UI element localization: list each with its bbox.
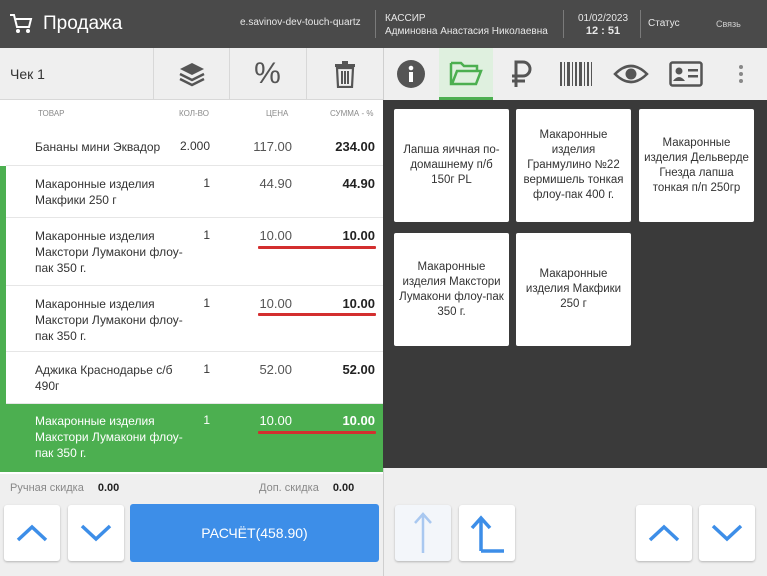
more-menu-button[interactable]	[714, 48, 767, 100]
tab-customer[interactable]	[659, 48, 713, 100]
chevron-up-icon	[648, 524, 680, 542]
host-name: e.savinov-dev-touch-quartz	[240, 17, 361, 28]
price-underline	[258, 313, 376, 316]
check-label[interactable]: Чек 1	[10, 66, 45, 82]
trash-icon	[334, 61, 355, 88]
ruble-icon	[512, 60, 532, 87]
more-vertical-icon	[739, 65, 743, 83]
product-tile[interactable]: Макаронные изделия Макстори Лумакони фло…	[394, 233, 509, 346]
table-row-selected[interactable]: Макаронные изделия Макстори Лумакони фло…	[6, 404, 383, 472]
chevron-down-icon	[80, 524, 112, 542]
delete-button[interactable]	[306, 48, 382, 100]
connection-button[interactable]: Связь	[716, 19, 741, 29]
grid-scroll-down-button[interactable]	[699, 505, 755, 561]
scroll-top-button-disabled[interactable]	[395, 505, 451, 561]
eye-icon	[613, 64, 649, 84]
level-up-icon	[470, 515, 504, 553]
scroll-up-button[interactable]	[4, 505, 60, 561]
table-row[interactable]: Макаронные изделия Макстори Лумакони фло…	[6, 218, 383, 286]
level-up-button[interactable]	[459, 505, 515, 561]
table-row[interactable]: Макаронные изделия Макфики 250 г 1 44.90…	[6, 166, 383, 218]
receipt-panel: Чек 1 % ТОВАР КОЛ-ВО ЦЕНА СУММА - % Бана…	[0, 48, 383, 576]
pay-button[interactable]: РАСЧЁТ(458.90)	[130, 504, 379, 562]
product-tile[interactable]: Макаронные изделия Макфики 250 г	[516, 233, 631, 346]
app-header: Продажа e.savinov-dev-touch-quartz КАССИ…	[0, 0, 767, 48]
page-title: Продажа	[43, 13, 123, 34]
table-row[interactable]: Бананы мини Эквадор 2.000 117.00 234.00	[6, 126, 383, 166]
id-card-icon	[669, 61, 703, 87]
manual-discount: Ручная скидка 0.00	[10, 482, 120, 494]
extra-discount: Доп. скидка 0.00	[259, 482, 355, 494]
table-row[interactable]: Макаронные изделия Макстори Лумакони фло…	[6, 286, 383, 352]
receipt-footer: Ручная скидка 0.00 Доп. скидка 0.00 РАСЧЁТ…	[0, 474, 383, 576]
barcode-icon	[560, 62, 592, 86]
product-tile[interactable]: Макаронные изделия Гранмулино №22 вермиш…	[516, 109, 631, 222]
catalog-footer	[383, 468, 767, 576]
layers-button[interactable]	[153, 48, 229, 100]
tab-payment[interactable]	[494, 48, 548, 100]
product-tile[interactable]: Макаронные изделия Дельверде Гнезда лапш…	[639, 109, 754, 222]
chevron-up-icon	[16, 524, 48, 542]
layers-icon	[178, 63, 205, 87]
product-tile[interactable]: Лапша яичная по-домашнему п/б 150г PL	[394, 109, 509, 222]
price-underline	[258, 246, 376, 249]
cart-icon	[10, 14, 33, 33]
grid-scroll-up-button[interactable]	[636, 505, 692, 561]
tab-view[interactable]	[604, 48, 658, 100]
chevron-down-icon	[711, 524, 743, 542]
info-icon	[397, 60, 425, 88]
tab-info[interactable]	[384, 48, 438, 100]
price-underline	[258, 431, 376, 434]
table-header: ТОВАР КОЛ-ВО ЦЕНА СУММА - %	[38, 109, 374, 118]
discount-button[interactable]: %	[229, 48, 305, 100]
tab-barcode[interactable]	[549, 48, 603, 100]
receipt-toolbar: Чек 1 %	[0, 48, 383, 100]
catalog-toolbar	[383, 48, 767, 100]
cashier-info: КАССИР Админовна Анастасия Николаевна	[385, 13, 548, 37]
percent-icon: %	[254, 57, 281, 90]
table-row[interactable]: Аджика Краснодарье с/б 490г 1 52.00 52.0…	[6, 352, 383, 404]
tab-catalog[interactable]	[439, 48, 493, 100]
product-grid: Лапша яичная по-домашнему п/б 150г PL Ма…	[383, 100, 767, 468]
date-time: 01/02/2023 12 : 51	[577, 13, 629, 37]
status-button[interactable]: Статус	[648, 18, 680, 29]
folder-open-icon	[449, 61, 483, 85]
arrow-up-icon	[414, 512, 432, 553]
scroll-down-button[interactable]	[68, 505, 124, 561]
